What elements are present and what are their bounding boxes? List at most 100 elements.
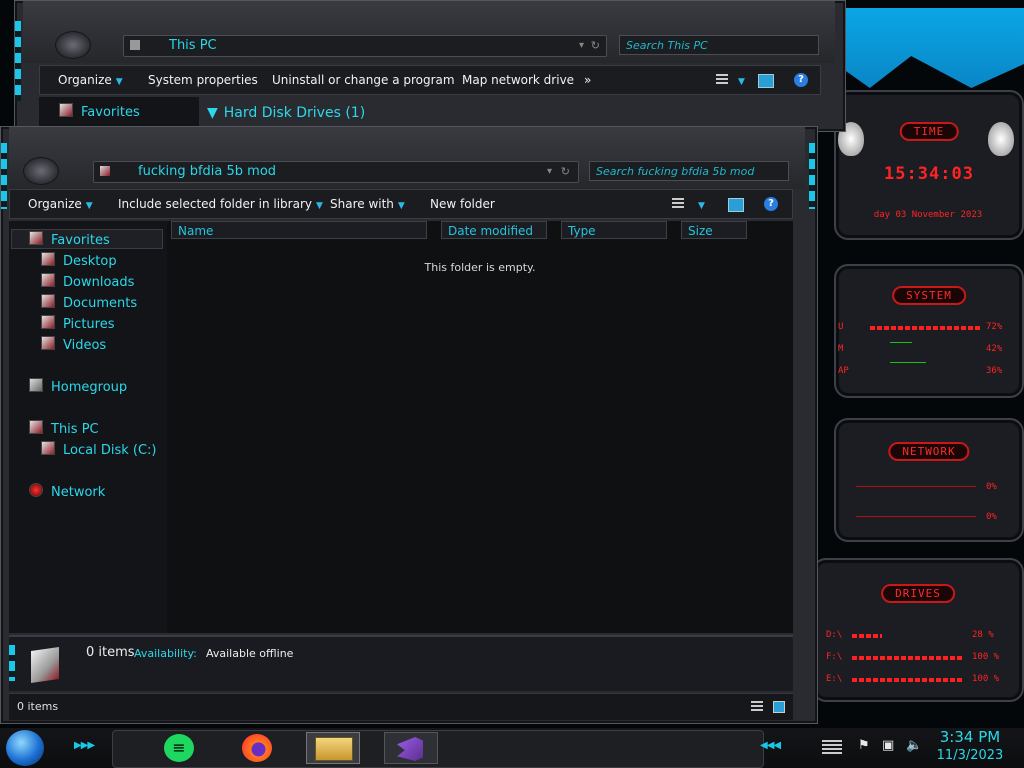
network-graph-up xyxy=(856,516,976,517)
organize-menu[interactable]: Organize ▼ xyxy=(58,66,123,96)
view-options-icon[interactable] xyxy=(672,198,684,210)
show-desktop-icon[interactable] xyxy=(822,740,842,754)
nav-this-pc[interactable]: This PC xyxy=(29,420,99,440)
file-list[interactable]: ▲ Name Date modified Type Size This fold… xyxy=(167,219,793,633)
taskbar-app-area xyxy=(112,730,764,768)
download-value: 0% xyxy=(986,482,997,492)
search-input[interactable]: Search This PC xyxy=(619,35,819,55)
map-network-drive-button[interactable]: Map network drive xyxy=(462,66,574,94)
downloads-icon xyxy=(41,273,55,287)
system-gadget[interactable]: SYSTEM U 72% M 42% AP 36% xyxy=(834,264,1024,398)
back-button[interactable] xyxy=(23,157,59,185)
cpu-value: 72% xyxy=(986,322,1003,332)
network-gadget[interactable]: NETWORK 0% 0% xyxy=(834,418,1024,542)
nav-videos[interactable]: Videos xyxy=(41,336,106,356)
window-edge-decoration xyxy=(1,143,7,209)
taskbar: ▶▶▶ ≡ ◀◀◀ ⚑ ▣ 🔈 3:34 PM 11/3/2023 xyxy=(0,728,1024,768)
clock-date[interactable]: 11/3/2023 xyxy=(930,748,1010,763)
network-title: NETWORK xyxy=(888,442,970,461)
volume-icon[interactable]: 🔈 xyxy=(906,738,922,753)
search-input[interactable]: Search fucking bfdia 5b mod xyxy=(589,161,789,181)
nav-downloads[interactable]: Downloads xyxy=(41,273,134,293)
system-properties-button[interactable]: System properties xyxy=(148,66,258,94)
clock-time[interactable]: 3:34 PM xyxy=(930,728,1010,746)
chevron-down-icon[interactable]: ▾ xyxy=(579,36,584,56)
this-pc-window[interactable]: This PC ▾ ↻ Search This PC Organize ▼ Sys… xyxy=(14,0,846,132)
preview-pane-icon[interactable] xyxy=(728,198,744,212)
favorites-icon xyxy=(59,103,73,117)
drives-gadget[interactable]: DRIVES D:\ 28 % F:\ 100 % E:\ 100 % xyxy=(812,558,1024,702)
more-commands-button[interactable]: » xyxy=(584,66,591,94)
date-readout: day 03 November 2023 xyxy=(873,210,983,220)
swap-graph xyxy=(890,362,926,363)
include-in-library-menu[interactable]: Include selected folder in library ▼ xyxy=(118,190,323,220)
window-edge-decoration xyxy=(15,21,21,101)
network-status-icon[interactable]: ▣ xyxy=(882,738,894,753)
file-explorer-app[interactable] xyxy=(306,732,360,764)
nav-local-disk[interactable]: Local Disk (C:) xyxy=(41,441,156,461)
column-header-type[interactable]: Type xyxy=(561,221,667,239)
column-header-size[interactable]: Size xyxy=(681,221,747,239)
ram-value: 42% xyxy=(986,344,1003,354)
group-header-hard-disk-drives[interactable]: ▼ Hard Disk Drives (1) xyxy=(207,105,365,121)
drive-icon xyxy=(41,441,55,455)
refresh-icon[interactable]: ↻ xyxy=(561,162,570,182)
computer-icon xyxy=(130,40,140,50)
visual-studio-app[interactable] xyxy=(384,732,438,764)
back-button[interactable] xyxy=(55,31,91,59)
spotify-app[interactable]: ≡ xyxy=(152,732,206,764)
help-icon[interactable]: ? xyxy=(794,73,808,87)
wallpaper-logo xyxy=(836,8,1024,88)
refresh-icon[interactable]: ↻ xyxy=(591,36,600,56)
view-options-icon[interactable] xyxy=(716,74,728,86)
uninstall-program-button[interactable]: Uninstall or change a program xyxy=(272,66,455,94)
visual-studio-icon xyxy=(397,737,423,761)
nav-homegroup[interactable]: Homegroup xyxy=(29,378,127,398)
availability-label: Availability: xyxy=(134,647,197,660)
drive-e-value: 100 % xyxy=(972,674,1000,684)
chevron-down-icon: ▼ xyxy=(207,105,218,121)
preview-pane-icon[interactable] xyxy=(758,74,774,88)
large-icons-view-icon[interactable] xyxy=(773,701,785,713)
address-bar[interactable]: This PC ▾ ↻ xyxy=(123,35,607,57)
nav-documents[interactable]: Documents xyxy=(41,294,137,314)
help-icon[interactable]: ? xyxy=(764,197,778,211)
details-view-icon[interactable] xyxy=(751,701,763,713)
start-button[interactable] xyxy=(6,730,44,766)
availability-value: Available offline xyxy=(206,647,294,660)
spotify-icon: ≡ xyxy=(164,734,194,762)
firefox-app[interactable] xyxy=(230,732,284,764)
action-center-icon[interactable]: ⚑ xyxy=(858,738,870,753)
swap-value: 36% xyxy=(986,366,1003,376)
nav-pictures[interactable]: Pictures xyxy=(41,315,114,335)
clock-readout: 15:34:03 xyxy=(884,164,974,184)
computer-icon xyxy=(29,420,43,434)
swap-label: AP xyxy=(838,366,849,376)
cpu-bar xyxy=(870,326,980,330)
homegroup-icon xyxy=(29,378,43,392)
gadget-column: TIME 15:34:03 day 03 November 2023 SYSTE… xyxy=(812,88,1024,728)
view-dropdown-icon[interactable]: ▼ xyxy=(734,66,745,96)
view-dropdown-icon[interactable]: ▼ xyxy=(694,190,705,220)
organize-menu[interactable]: Organize ▼ xyxy=(28,190,93,220)
nav-desktop[interactable]: Desktop xyxy=(41,252,117,272)
navigation-pane: Favorites Desktop Downloads Documents Pi… xyxy=(9,221,167,633)
column-header-name[interactable]: Name xyxy=(171,221,427,239)
chevron-down-icon[interactable]: ▾ xyxy=(547,162,552,182)
drives-title: DRIVES xyxy=(881,584,955,603)
nav-favorites[interactable]: Favorites xyxy=(59,103,140,123)
time-gadget[interactable]: TIME 15:34:03 day 03 November 2023 xyxy=(834,90,1024,240)
folder-window[interactable]: fucking bfdia 5b mod ▾ ↻ Search fucking … xyxy=(0,126,818,724)
documents-icon xyxy=(41,294,55,308)
command-bar: Organize ▼ System properties Uninstall or… xyxy=(39,65,821,95)
nav-network[interactable]: Network xyxy=(29,483,105,503)
share-with-menu[interactable]: Share with ▼ xyxy=(330,190,405,220)
drive-e-bar xyxy=(852,678,962,682)
address-bar[interactable]: fucking bfdia 5b mod ▾ ↻ xyxy=(93,161,579,183)
new-folder-button[interactable]: New folder xyxy=(430,190,495,218)
drive-f-label: F:\ xyxy=(826,652,843,662)
nav-favorites[interactable]: Favorites xyxy=(29,231,110,251)
empty-folder-message: This folder is empty. xyxy=(424,261,536,274)
file-explorer-icon xyxy=(315,737,353,761)
column-header-date-modified[interactable]: Date modified xyxy=(441,221,547,239)
